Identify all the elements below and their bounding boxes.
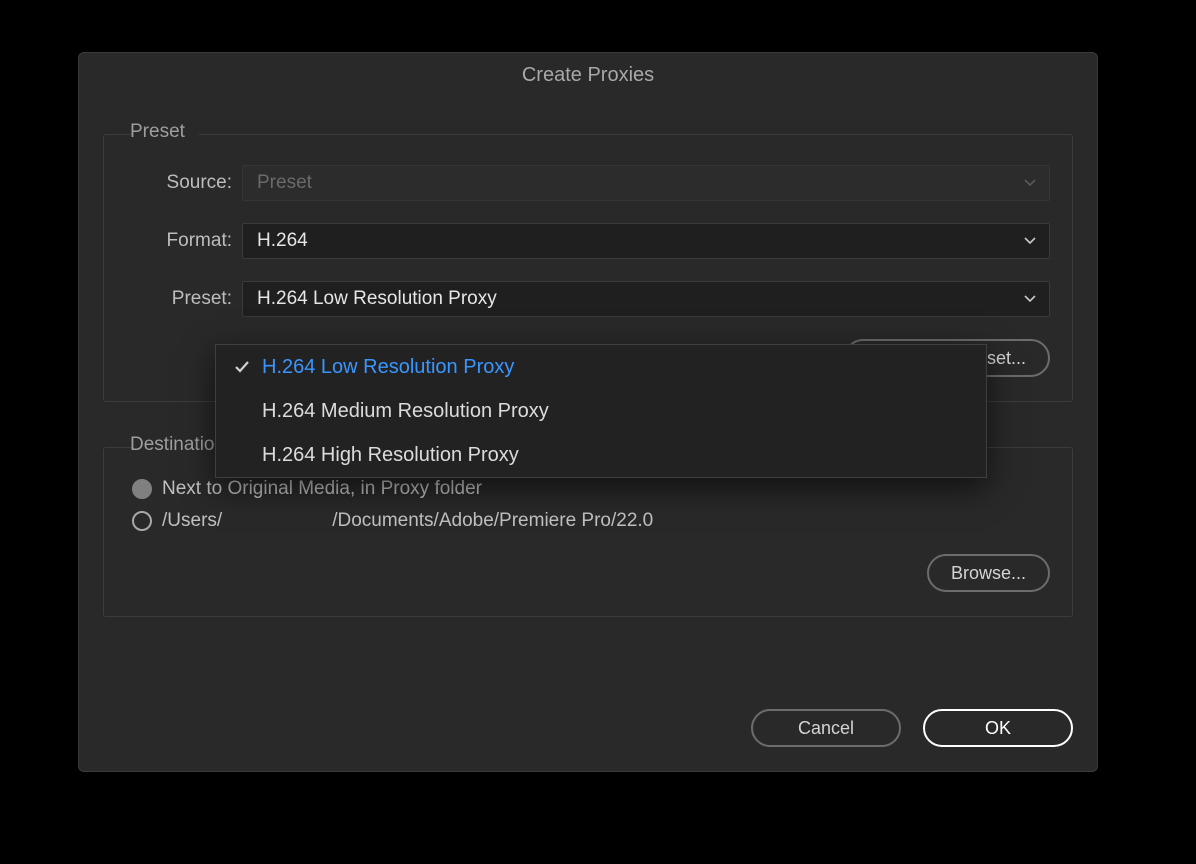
path-prefix: /Users/: [162, 510, 222, 532]
preset-row: Preset: H.264 Low Resolution Proxy: [132, 281, 1050, 317]
dialog-title-bar: Create Proxies: [79, 53, 1097, 97]
preset-legend: Preset: [124, 121, 191, 143]
chevron-down-icon: [1023, 234, 1037, 248]
source-label: Source:: [132, 172, 232, 194]
preset-option-label: H.264 Medium Resolution Proxy: [262, 400, 549, 423]
destination-option-next-to-original[interactable]: Next to Original Media, in Proxy folder: [132, 478, 1050, 500]
format-select[interactable]: H.264: [242, 223, 1050, 259]
check-icon: [230, 443, 254, 467]
destination-option-custom-path[interactable]: /Users/ /Documents/Adobe/Premiere Pro/22…: [132, 510, 1050, 532]
check-icon: [230, 355, 254, 379]
ok-button[interactable]: OK: [923, 709, 1073, 747]
destination-footer: Browse...: [132, 554, 1050, 592]
check-icon: [230, 399, 254, 423]
radio-icon: [132, 511, 152, 531]
format-row: Format: H.264: [132, 223, 1050, 259]
preset-label: Preset:: [132, 288, 232, 310]
preset-select[interactable]: H.264 Low Resolution Proxy: [242, 281, 1050, 317]
preset-option-label: H.264 Low Resolution Proxy: [262, 356, 514, 379]
chevron-down-icon: [1023, 176, 1037, 190]
dialog-footer: Cancel OK: [751, 709, 1073, 747]
destination-option1-label: Next to Original Media, in Proxy folder: [162, 478, 482, 500]
preset-option-high[interactable]: H.264 High Resolution Proxy: [216, 433, 986, 477]
cancel-button[interactable]: Cancel: [751, 709, 901, 747]
preset-option-medium[interactable]: H.264 Medium Resolution Proxy: [216, 389, 986, 433]
path-suffix: /Documents/Adobe/Premiere Pro/22.0: [332, 510, 653, 532]
radio-icon: [132, 479, 152, 499]
format-label: Format:: [132, 230, 232, 252]
source-select: Preset: [242, 165, 1050, 201]
create-proxies-dialog: Create Proxies Preset Source: Preset For…: [78, 52, 1098, 772]
chevron-down-icon: [1023, 292, 1037, 306]
preset-dropdown[interactable]: H.264 Low Resolution Proxy H.264 Medium …: [215, 344, 987, 478]
preset-value: H.264 Low Resolution Proxy: [257, 288, 497, 310]
source-value: Preset: [257, 172, 312, 194]
source-row: Source: Preset: [132, 165, 1050, 201]
preset-option-label: H.264 High Resolution Proxy: [262, 444, 519, 467]
destination-option2-label: /Users/ /Documents/Adobe/Premiere Pro/22…: [162, 510, 653, 532]
preset-option-low[interactable]: H.264 Low Resolution Proxy: [216, 345, 986, 389]
dialog-body: Preset Source: Preset Format: H.264: [79, 97, 1097, 617]
dialog-title: Create Proxies: [522, 64, 654, 87]
browse-button[interactable]: Browse...: [927, 554, 1050, 592]
format-value: H.264: [257, 230, 308, 252]
